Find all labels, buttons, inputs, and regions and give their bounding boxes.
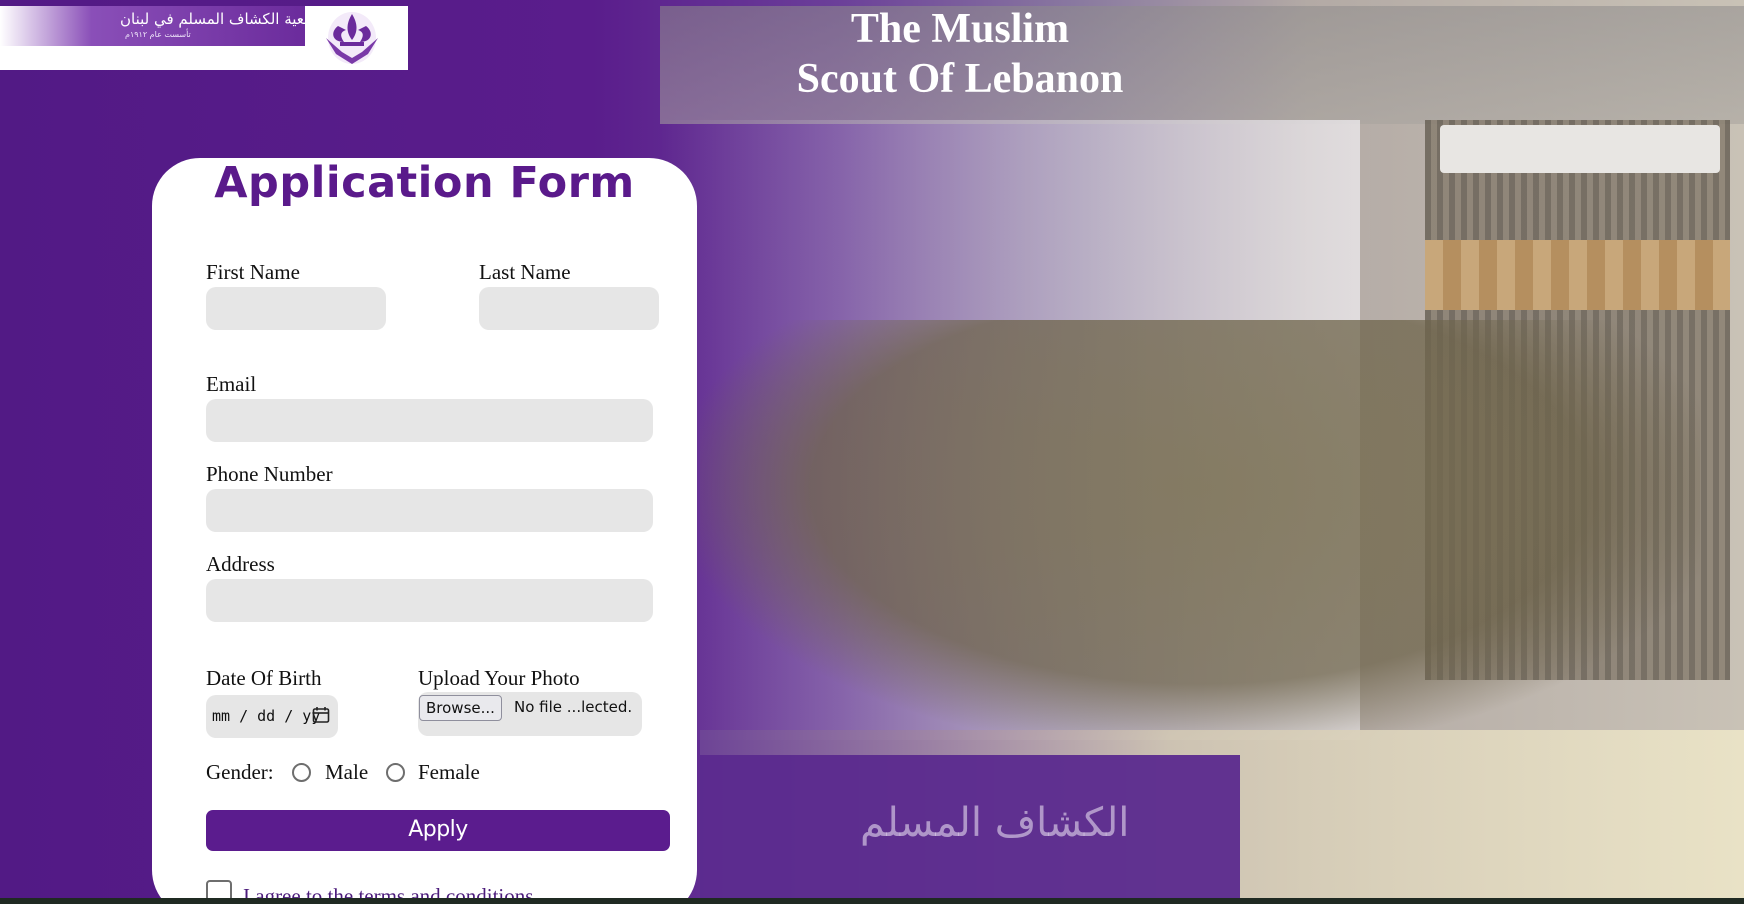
phone-input[interactable] [206, 489, 653, 532]
banner-text: الكشاف المسلم [860, 800, 1130, 846]
curtain-valance [1425, 240, 1730, 310]
logo-arabic-text: جمعية الكشاف المسلم في لبنان [120, 10, 322, 28]
last-name-label: Last Name [479, 260, 571, 284]
logo[interactable]: جمعية الكشاف المسلم في لبنان تأسست عام ١… [0, 6, 408, 70]
phone-label: Phone Number [206, 462, 333, 486]
first-name-input[interactable] [206, 287, 386, 330]
address-label: Address [206, 552, 275, 576]
gender-female-label: Female [418, 760, 480, 784]
gender-male-label: Male [325, 760, 369, 784]
gender-female-radio[interactable] [386, 763, 405, 782]
site-title: The Muslim Scout Of Lebanon [760, 4, 1160, 104]
calendar-icon[interactable] [312, 706, 330, 724]
dob-input[interactable]: mm / dd / yy [206, 695, 338, 738]
form-title: Application Form [214, 158, 635, 208]
photo-upload-input[interactable]: Browse... No file ...lected. [418, 692, 642, 736]
last-name-input[interactable] [479, 287, 659, 330]
address-input[interactable] [206, 579, 653, 622]
gender-label: Gender: [206, 760, 274, 784]
file-status-text: No file ...lected. [514, 698, 633, 716]
dob-placeholder: mm / dd / yy [212, 707, 321, 725]
logo-subtitle: تأسست عام ١٩١٢م [125, 30, 191, 39]
application-form-card: Application Form First Name Last Name Em… [152, 158, 697, 904]
browse-button[interactable]: Browse... [419, 695, 502, 721]
group-photo [700, 320, 1700, 740]
email-input[interactable] [206, 399, 653, 442]
apply-button[interactable]: Apply [206, 810, 670, 851]
first-name-label: First Name [206, 260, 300, 284]
air-conditioner [1440, 125, 1720, 173]
bottom-strip [0, 898, 1744, 904]
gender-male-radio[interactable] [292, 763, 311, 782]
dob-label: Date Of Birth [206, 666, 322, 690]
site-title-line2: Scout Of Lebanon [796, 56, 1124, 102]
email-label: Email [206, 372, 257, 396]
site-title-line1: The Muslim [850, 6, 1070, 52]
photo-label: Upload Your Photo [418, 666, 580, 690]
fleur-de-lis-icon [326, 12, 378, 64]
